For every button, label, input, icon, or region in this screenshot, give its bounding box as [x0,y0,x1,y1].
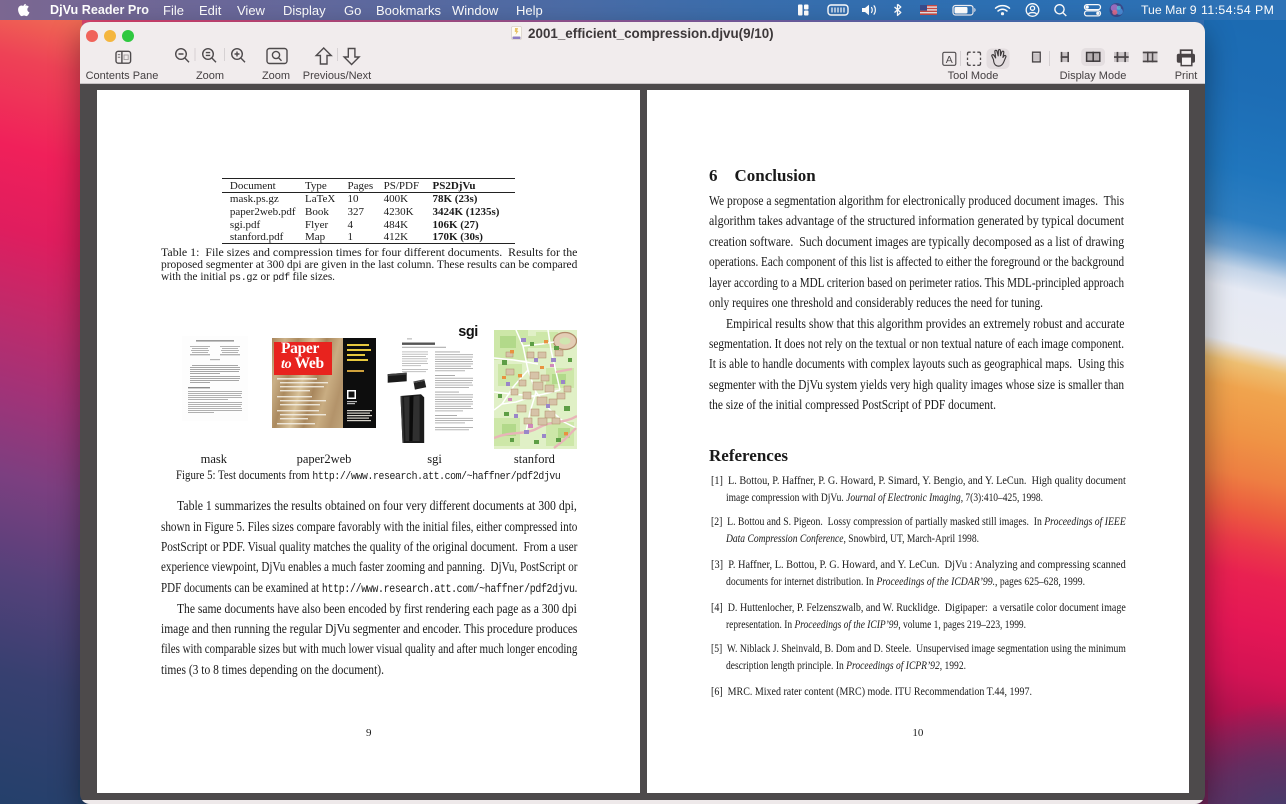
svg-text:A: A [946,54,953,66]
